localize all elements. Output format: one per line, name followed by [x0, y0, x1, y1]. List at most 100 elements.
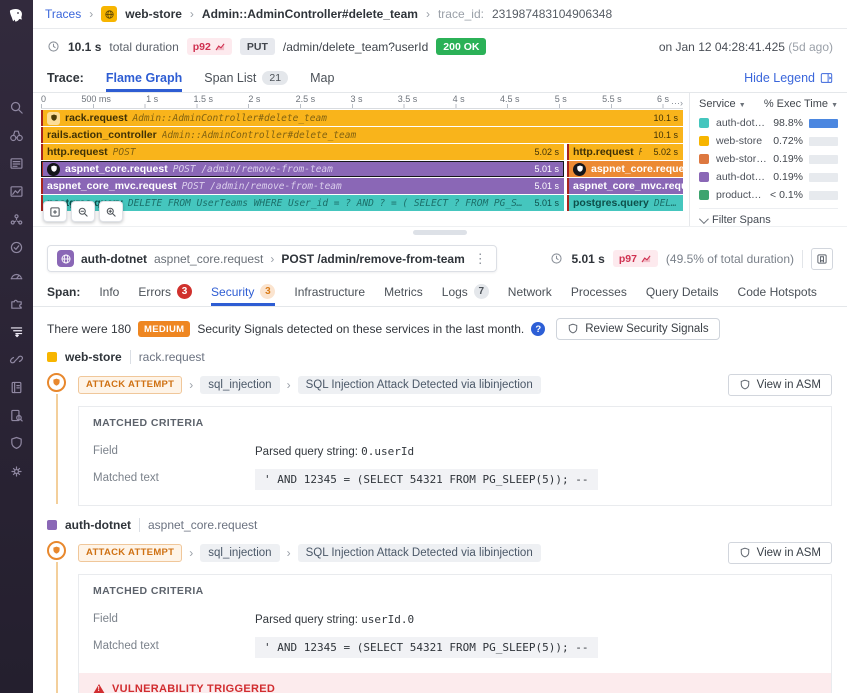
field-label: Field — [93, 442, 255, 457]
tab-infrastructure[interactable]: Infrastructure — [294, 278, 365, 306]
security-shield-icon[interactable] — [9, 435, 25, 451]
span-bar-aspnet-core-request-selected[interactable]: aspnet_core.request POST /admin/remove-f… — [41, 161, 564, 177]
vulnerability-title-row: VULNERABILITY TRIGGERED — [93, 683, 817, 693]
tab-info[interactable]: Info — [99, 278, 119, 306]
settings-bug-icon[interactable] — [9, 463, 25, 479]
legend-row-auth-dotnet-po[interactable]: auth-dotnet-po... 98.8% — [699, 114, 838, 132]
attack-type-chip[interactable]: sql_injection — [200, 544, 279, 562]
resize-handle[interactable] — [413, 230, 467, 235]
breadcrumb-service[interactable]: web-store — [125, 7, 182, 21]
filter-spans-toggle[interactable]: Filter Spans — [699, 208, 838, 226]
view-in-asm-button[interactable]: View in ASM — [728, 374, 832, 396]
tick-label: 2.5 s — [296, 94, 316, 104]
log-explorer-icon[interactable] — [9, 407, 25, 423]
span-detail-header: auth-dotnet aspnet_core.request › POST /… — [33, 238, 847, 278]
group-header: web-store rack.request — [47, 350, 832, 364]
tab-query-details[interactable]: Query Details — [646, 278, 719, 306]
timestamp-text: on Jan 12 04:28:41.425 — [659, 40, 785, 54]
legend-row-auth-dotnet[interactable]: auth-dotnet 0.19% — [699, 168, 838, 186]
help-icon[interactable]: ? — [531, 322, 545, 336]
span-duration: 5.02 s — [647, 147, 678, 157]
span-bar-http-request-2[interactable]: http.request POST 5.02 s — [567, 144, 683, 160]
percentile-value: p97 — [619, 253, 637, 265]
tick-label: 6 s — [657, 94, 669, 104]
attack-attempt-card: ATTACK ATTEMPT › sql_injection › SQL Inj… — [47, 373, 832, 506]
attack-rule-chip[interactable]: SQL Injection Attack Detected via libinj… — [298, 544, 541, 562]
span-bar-rack-request[interactable]: rack.request Admin::AdminController#dele… — [41, 110, 683, 126]
attack-rule-chip[interactable]: SQL Injection Attack Detected via libinj… — [298, 376, 541, 394]
span-bar-postgres-query-2[interactable]: postgres.query DELETE F_ — [567, 195, 683, 211]
legend-exec-header-label: % Exec Time — [764, 98, 828, 110]
tab-logs[interactable]: Logs 7 — [442, 278, 489, 306]
http-method-chip: PUT — [240, 38, 275, 55]
span-bar-aspnet-core-request-2[interactable]: aspnet_core.request _ — [567, 161, 683, 177]
attack-type-chip[interactable]: sql_injection — [200, 376, 279, 394]
zoom-in-button[interactable] — [99, 201, 123, 222]
selected-span-pill[interactable]: auth-dotnet aspnet_core.request › POST /… — [47, 245, 497, 272]
span-percentile-chip[interactable]: p97 — [613, 250, 658, 267]
flame-row: aspnet_core_mvc.request POST /admin/remo… — [41, 178, 683, 194]
span-duration-group: 5.01 s p97 (49.5% of total duration) — [550, 248, 833, 270]
legend-row-web-store-mon[interactable]: web-store-mon... 0.19% — [699, 150, 838, 168]
apm-traces-icon[interactable] — [9, 323, 25, 339]
view-in-asm-button[interactable]: View in ASM — [728, 542, 832, 564]
review-security-signals-button[interactable]: Review Security Signals — [556, 318, 719, 340]
integrations-puzzle-icon[interactable] — [9, 295, 25, 311]
attack-shield-icon — [47, 373, 66, 392]
shield-icon — [739, 379, 751, 391]
more-options-icon[interactable]: ⋮ — [474, 251, 487, 267]
tab-processes[interactable]: Processes — [571, 278, 627, 306]
tab-label: Code Hotspots — [738, 285, 817, 299]
service-map-icon[interactable] — [9, 351, 25, 367]
exec-time-bar — [809, 137, 838, 146]
app-sidebar — [0, 0, 33, 693]
divider — [139, 518, 140, 532]
hide-legend-button[interactable]: Hide Legend — [744, 71, 833, 85]
pane-resize-divider — [33, 226, 847, 238]
dashboards-gauge-icon[interactable] — [9, 267, 25, 283]
span-bar-aspnet-core-mvc-request-2[interactable]: aspnet_core_mvc.request — [567, 178, 683, 194]
review-button-label: Review Security Signals — [585, 323, 708, 335]
total-duration-value: 10.1 s — [68, 40, 101, 54]
span-bar-rails-action-controller[interactable]: rails.action_controller Admin::AdminCont… — [41, 127, 683, 143]
tab-map[interactable]: Map — [310, 64, 334, 92]
tab-span-list-label: Span List — [204, 71, 256, 85]
events-list-icon[interactable] — [9, 155, 25, 171]
field-value: Parsed query string: 0.userId — [255, 442, 414, 458]
tab-flame-graph[interactable]: Flame Graph — [106, 64, 182, 92]
severity-badge: MEDIUM — [138, 321, 190, 337]
datadog-logo-icon[interactable] — [7, 7, 27, 27]
search-icon[interactable] — [9, 99, 25, 115]
breadcrumb-traces-link[interactable]: Traces — [45, 7, 81, 21]
watchdog-binoculars-icon[interactable] — [9, 127, 25, 143]
tab-label: Processes — [571, 285, 627, 299]
latency-percentile-chip[interactable]: p92 — [187, 38, 232, 55]
exec-time-bar — [809, 173, 838, 182]
legend-service-header[interactable]: Service ▼ — [699, 98, 746, 110]
bookmark-span-button[interactable] — [811, 248, 833, 270]
legend-row-web-store[interactable]: web-store 0.72% — [699, 132, 838, 150]
tab-metrics[interactable]: Metrics — [384, 278, 423, 306]
tick-label: 0 — [41, 94, 46, 104]
divider — [802, 250, 803, 268]
service-color-swatch — [47, 520, 57, 530]
zoom-out-button[interactable] — [71, 201, 95, 222]
tab-errors[interactable]: Errors 3 — [138, 278, 192, 306]
datadog-app: Traces › web-store › Admin::AdminControl… — [0, 0, 847, 693]
legend-exec-header[interactable]: % Exec Time ▼ — [764, 98, 838, 110]
reset-zoom-button[interactable] — [43, 201, 67, 222]
service-cluster-icon[interactable] — [9, 211, 25, 227]
breadcrumb-resource[interactable]: Admin::AdminController#delete_team — [202, 7, 418, 21]
tab-security[interactable]: Security 3 — [211, 278, 275, 306]
notebooks-icon[interactable] — [9, 379, 25, 395]
span-bar-aspnet-core-mvc-request[interactable]: aspnet_core_mvc.request POST /admin/remo… — [41, 178, 564, 194]
ci-checks-icon[interactable] — [9, 239, 25, 255]
timeline-ticks — [41, 104, 667, 108]
span-bar-http-request[interactable]: http.request POST 5.02 s — [41, 144, 564, 160]
tab-network[interactable]: Network — [508, 278, 552, 306]
metrics-chart-icon[interactable] — [9, 183, 25, 199]
legend-row-product-recom[interactable]: product-recom... < 0.1% — [699, 186, 838, 204]
tab-span-list[interactable]: Span List 21 — [204, 64, 288, 92]
tab-code-hotspots[interactable]: Code Hotspots — [738, 278, 817, 306]
divider — [130, 350, 131, 364]
